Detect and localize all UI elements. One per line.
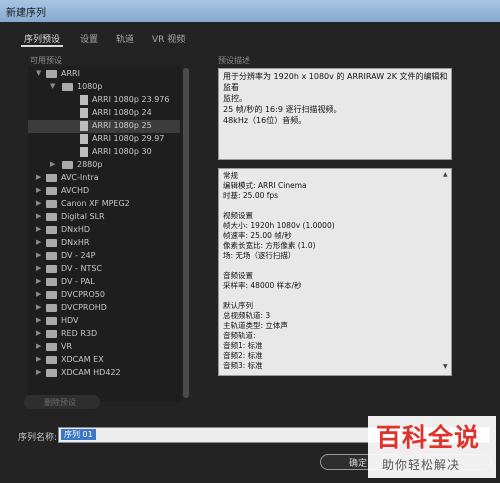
- expand-arrow-icon[interactable]: ▶: [36, 212, 41, 220]
- tree-item-folder[interactable]: ▶ DVCPROHD: [28, 302, 180, 315]
- tree-item-1080p[interactable]: ▼ 1080p: [28, 81, 180, 94]
- tree-item-folder[interactable]: ▶ Canon XF MPEG2: [28, 198, 180, 211]
- preset-file-icon: [80, 121, 88, 131]
- tab-bar: 序列预设 设置 轨道 VR 视频: [20, 28, 490, 48]
- preset-file-icon: [80, 134, 88, 144]
- folder-icon: [46, 239, 57, 247]
- expand-arrow-icon[interactable]: ▶: [36, 173, 41, 181]
- tree-item-preset-selected[interactable]: ARRI 1080p 25: [28, 120, 180, 133]
- folder-icon: [46, 252, 57, 260]
- sequence-name-label: 序列名称:: [18, 433, 58, 443]
- tree-item-folder[interactable]: ▶ DNxHD: [28, 224, 180, 237]
- expand-arrow-icon[interactable]: ▶: [36, 186, 41, 194]
- tree-item-folder[interactable]: ▶ DV - PAL: [28, 276, 180, 289]
- expand-arrow-icon[interactable]: ▶: [36, 342, 41, 350]
- folder-icon: [46, 187, 57, 195]
- scroll-down-arrow-icon[interactable]: ▼: [443, 363, 448, 370]
- text-selection: 序列 01: [61, 429, 96, 440]
- expand-arrow-icon[interactable]: ▼: [36, 69, 41, 77]
- folder-icon: [46, 213, 57, 221]
- folder-icon: [46, 174, 57, 182]
- folder-icon: [46, 330, 57, 338]
- tree-item-arri[interactable]: ▼ ARRI: [28, 68, 180, 81]
- expand-arrow-icon[interactable]: ▶: [36, 264, 41, 272]
- tree-item-preset[interactable]: ARRI 1080p 24: [28, 107, 180, 120]
- folder-icon: [46, 278, 57, 286]
- folder-icon: [46, 70, 57, 78]
- expand-arrow-icon[interactable]: ▶: [50, 160, 55, 168]
- preset-file-icon: [80, 108, 88, 118]
- folder-icon: [46, 343, 57, 351]
- tree-item-folder[interactable]: ▶ XDCAM HD422: [28, 367, 180, 380]
- preset-description-label: 预设描述: [218, 56, 250, 65]
- delete-preset-button[interactable]: 删除预设: [24, 395, 100, 409]
- tree-item-folder[interactable]: ▶ XDCAM EX: [28, 354, 180, 367]
- tree-item-folder[interactable]: ▶ AVC-Intra: [28, 172, 180, 185]
- folder-icon: [46, 226, 57, 234]
- watermark-logo: 百科全说 助你轻松解决: [368, 416, 496, 478]
- tree-item-folder[interactable]: ▶ HDV: [28, 315, 180, 328]
- tab-settings[interactable]: 设置: [80, 32, 98, 45]
- tree-item-folder[interactable]: ▶ AVCHD: [28, 185, 180, 198]
- expand-arrow-icon[interactable]: ▶: [36, 290, 41, 298]
- expand-arrow-icon[interactable]: ▶: [36, 355, 41, 363]
- scroll-up-arrow-icon[interactable]: ▲: [443, 171, 448, 178]
- tree-item-preset[interactable]: ARRI 1080p 29.97: [28, 133, 180, 146]
- folder-icon: [46, 265, 57, 273]
- available-presets-label: 可用预设: [30, 56, 62, 65]
- tree-item-folder[interactable]: ▶ DV - NTSC: [28, 263, 180, 276]
- folder-icon: [46, 304, 57, 312]
- tab-vr-video[interactable]: VR 视频: [152, 32, 185, 45]
- folder-icon: [46, 291, 57, 299]
- tree-item-folder[interactable]: ▶ VR: [28, 341, 180, 354]
- tree-item-folder[interactable]: ▶ DV - 24P: [28, 250, 180, 263]
- folder-icon: [62, 161, 73, 169]
- tree-item-folder[interactable]: ▶ DVCPRO50: [28, 289, 180, 302]
- preset-file-icon: [80, 147, 88, 157]
- expand-arrow-icon[interactable]: ▶: [36, 316, 41, 324]
- preset-description-text: 用于分辨率为 1920h x 1080v 的 ARRIRAW 2K 文件的编辑和…: [223, 72, 448, 125]
- window-titlebar: 新建序列: [0, 0, 500, 22]
- folder-icon: [46, 200, 57, 208]
- tree-scrollbar-thumb[interactable]: [183, 68, 189, 398]
- tab-sequence-presets[interactable]: 序列预设: [24, 32, 60, 45]
- preset-file-icon: [80, 95, 88, 105]
- preset-tree[interactable]: ▼ ARRI ▼ 1080p ARRI 1080p 23.976 ARRI 10…: [28, 66, 190, 402]
- tree-item-folder[interactable]: ▶ RED R3D: [28, 328, 180, 341]
- expand-arrow-icon[interactable]: ▶: [36, 303, 41, 311]
- folder-icon: [46, 369, 57, 377]
- tree-item-folder[interactable]: ▶ Digital SLR: [28, 211, 180, 224]
- tree-item-preset[interactable]: ARRI 1080p 30: [28, 146, 180, 159]
- tree-item-2880p[interactable]: ▶ 2880p: [28, 159, 180, 172]
- expand-arrow-icon[interactable]: ▶: [36, 199, 41, 207]
- expand-arrow-icon[interactable]: ▶: [36, 329, 41, 337]
- expand-arrow-icon[interactable]: ▶: [36, 277, 41, 285]
- expand-arrow-icon[interactable]: ▶: [36, 251, 41, 259]
- active-tab-indicator: [21, 45, 63, 47]
- folder-icon: [46, 356, 57, 364]
- folder-icon: [46, 317, 57, 325]
- expand-arrow-icon[interactable]: ▶: [36, 238, 41, 246]
- preset-info-box[interactable]: 常规 编辑模式: ARRI Cinema 时基: 25.00 fps 视频设置 …: [218, 168, 452, 376]
- tab-tracks[interactable]: 轨道: [116, 32, 134, 45]
- window-title: 新建序列: [6, 8, 46, 19]
- watermark-subtitle: 助你轻松解决: [382, 458, 461, 472]
- tree-item-preset[interactable]: ARRI 1080p 23.976: [28, 94, 180, 107]
- tree-item-folder[interactable]: ▶ DNxHR: [28, 237, 180, 250]
- expand-arrow-icon[interactable]: ▶: [36, 225, 41, 233]
- expand-arrow-icon[interactable]: ▼: [50, 82, 55, 90]
- preset-description-box: 用于分辨率为 1920h x 1080v 的 ARRIRAW 2K 文件的编辑和…: [218, 68, 452, 160]
- expand-arrow-icon[interactable]: ▶: [36, 368, 41, 376]
- folder-icon: [62, 83, 73, 91]
- watermark-title: 百科全说: [376, 423, 481, 452]
- info-scrollbar[interactable]: ▲ ▼: [443, 171, 450, 371]
- tree-scrollbar[interactable]: [182, 66, 190, 402]
